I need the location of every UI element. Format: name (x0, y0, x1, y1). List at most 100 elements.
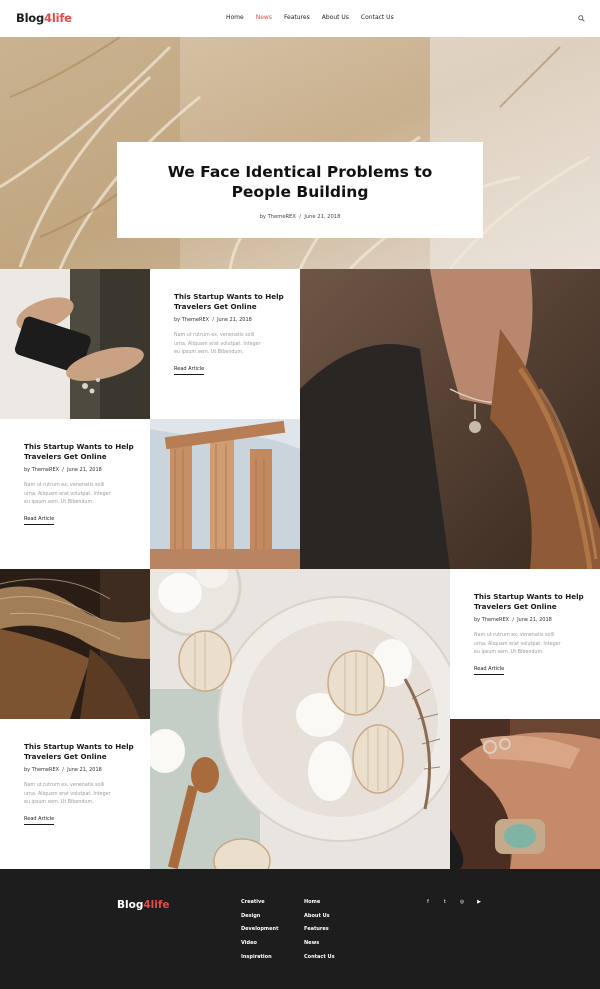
post-excerpt: Nam ut rutrum ex, venenatis solli urna. … (474, 632, 574, 658)
excerpt-line: Nam ut rutrum ex, venenatis solli (24, 483, 105, 488)
search-icon[interactable] (578, 15, 585, 22)
post-title-line-1: This Startup Wants to Help (24, 742, 134, 751)
post-title[interactable]: This Startup Wants to Help Travelers Get… (474, 592, 584, 612)
footer-link-creative[interactable]: Creative (241, 899, 278, 913)
post-title-line-2: Travelers Get Online (174, 302, 257, 311)
footer-logo-life: life (150, 899, 170, 911)
footer-categories: Creative Design Development Video Inspir… (241, 899, 278, 967)
hero-meta: by ThemeREX / June 21, 2018 (117, 214, 483, 220)
site-footer: Blog4life Creative Design Development Vi… (0, 869, 600, 989)
eggs-plate-image (150, 569, 450, 869)
excerpt-line: urna. Aliquam erat volutpat. Integer (24, 791, 111, 797)
footer-link-about-us[interactable]: About Us (304, 913, 335, 927)
post-card-1[interactable]: This Startup Wants to Help Travelers Get… (150, 269, 300, 419)
post-author[interactable]: by ThemeREX (24, 467, 59, 473)
post-image-necklace[interactable] (300, 269, 600, 569)
excerpt-line: urna. Aliquam erat volutpat. Integer (474, 641, 561, 647)
post-image-eggs[interactable] (150, 569, 450, 869)
post-author[interactable]: by ThemeREX (174, 317, 209, 323)
post-card-2[interactable]: This Startup Wants to Help Travelers Get… (0, 419, 150, 569)
footer-link-home[interactable]: Home (304, 899, 335, 913)
columns-image (150, 419, 300, 569)
hero-image[interactable]: We Face Identical Problems to People Bui… (0, 37, 600, 269)
facebook-icon[interactable]: f (425, 899, 431, 905)
post-title-line-1: This Startup Wants to Help (174, 292, 284, 301)
post-title[interactable]: This Startup Wants to Help Travelers Get… (24, 442, 134, 462)
footer-link-news[interactable]: News (304, 940, 335, 954)
logo-text-blog: Blog (16, 11, 45, 25)
post-meta: by ThemeREX / June 21, 2018 (24, 467, 102, 473)
post-image-rings[interactable] (450, 719, 600, 869)
footer-link-design[interactable]: Design (241, 913, 278, 927)
post-title-line-2: Travelers Get Online (24, 452, 107, 461)
post-title[interactable]: This Startup Wants to Help Travelers Get… (24, 742, 134, 762)
hero-title-line-2: People Building (231, 183, 369, 201)
hero-author[interactable]: by ThemeREX (260, 214, 296, 220)
post-meta: by ThemeREX / June 21, 2018 (174, 317, 252, 323)
post-author[interactable]: by ThemeREX (24, 767, 59, 773)
meta-separator: / (299, 214, 302, 220)
post-image-hair[interactable] (0, 569, 150, 719)
nav-item-home[interactable]: Home (226, 14, 244, 21)
post-excerpt: Nam ut rutrum ex, venenatis solli urna. … (24, 482, 124, 508)
excerpt-line: Nam ut rutrum ex, venenatis solli (174, 333, 255, 338)
footer-social: f t ◎ ▶ (425, 899, 482, 905)
post-title-line-1: This Startup Wants to Help (24, 442, 134, 451)
read-article-link[interactable]: Read Article (24, 516, 55, 525)
excerpt-line: eu ipsum sem. Ut Bibendum. (474, 650, 544, 655)
excerpt-line: urna. Aliquam erat volutpat. Integer (174, 341, 261, 347)
post-title[interactable]: This Startup Wants to Help Travelers Get… (174, 292, 284, 312)
footer-link-development[interactable]: Development (241, 926, 278, 940)
post-date[interactable]: June 21, 2018 (67, 767, 102, 773)
post-meta: by ThemeREX / June 21, 2018 (474, 617, 552, 623)
youtube-icon[interactable]: ▶ (476, 899, 482, 905)
rings-hand-image (450, 719, 600, 869)
post-excerpt: Nam ut rutrum ex, venenatis solli urna. … (24, 782, 124, 808)
post-excerpt: Nam ut rutrum ex, venenatis solli urna. … (174, 332, 274, 358)
post-title-line-2: Travelers Get Online (24, 752, 107, 761)
excerpt-line: Nam ut rutrum ex, venenatis solli (474, 633, 555, 638)
excerpt-line: eu ipsum sem. Ut Bibendum. (24, 800, 94, 805)
post-image-columns[interactable] (150, 419, 300, 569)
footer-pages: Home About Us Features News Contact Us (304, 899, 335, 967)
instagram-icon[interactable]: ◎ (459, 899, 465, 905)
hero-date[interactable]: June 21, 2018 (304, 214, 340, 220)
footer-logo-4: 4 (143, 899, 151, 911)
main-nav: Home News Features About Us Contact Us (226, 14, 406, 21)
read-article-link[interactable]: Read Article (474, 666, 505, 675)
hands-jar-image (0, 269, 150, 419)
post-date[interactable]: June 21, 2018 (517, 617, 552, 623)
hero-title-line-1: We Face Identical Problems to (167, 163, 433, 181)
post-image-hands-jar[interactable] (0, 269, 150, 419)
post-card-3[interactable]: This Startup Wants to Help Travelers Get… (450, 569, 600, 719)
footer-link-contact-us[interactable]: Contact Us (304, 954, 335, 968)
hero-card[interactable]: We Face Identical Problems to People Bui… (117, 142, 483, 238)
excerpt-line: eu ipsum sem. Ut Bibendum. (174, 350, 244, 355)
hero-title[interactable]: We Face Identical Problems to People Bui… (117, 162, 483, 202)
nav-item-features[interactable]: Features (284, 14, 310, 21)
excerpt-line: eu ipsum sem. Ut Bibendum. (24, 500, 94, 505)
post-title-line-2: Travelers Get Online (474, 602, 557, 611)
twitter-icon[interactable]: t (442, 899, 448, 905)
necklace-image (300, 269, 600, 569)
post-date[interactable]: June 21, 2018 (217, 317, 252, 323)
footer-link-inspiration[interactable]: Inspiration (241, 954, 278, 968)
excerpt-line: Nam ut rutrum ex, venenatis solli (24, 783, 105, 788)
site-logo[interactable]: Blog4life (16, 11, 72, 25)
read-article-link[interactable]: Read Article (174, 366, 205, 375)
nav-item-about-us[interactable]: About Us (322, 14, 349, 21)
footer-logo-blog: Blog (117, 899, 144, 911)
footer-link-features[interactable]: Features (304, 926, 335, 940)
post-author[interactable]: by ThemeREX (474, 617, 509, 623)
read-article-link[interactable]: Read Article (24, 816, 55, 825)
footer-link-video[interactable]: Video (241, 940, 278, 954)
post-card-4[interactable]: This Startup Wants to Help Travelers Get… (0, 719, 150, 869)
site-header: Blog4life Home News Features About Us Co… (0, 0, 600, 37)
footer-logo[interactable]: Blog4life (117, 899, 170, 911)
nav-item-contact-us[interactable]: Contact Us (361, 14, 394, 21)
post-date[interactable]: June 21, 2018 (67, 467, 102, 473)
logo-text-life: life (51, 11, 72, 25)
logo-text-4: 4 (44, 11, 52, 25)
nav-item-news[interactable]: News (256, 14, 272, 21)
post-meta: by ThemeREX / June 21, 2018 (24, 767, 102, 773)
